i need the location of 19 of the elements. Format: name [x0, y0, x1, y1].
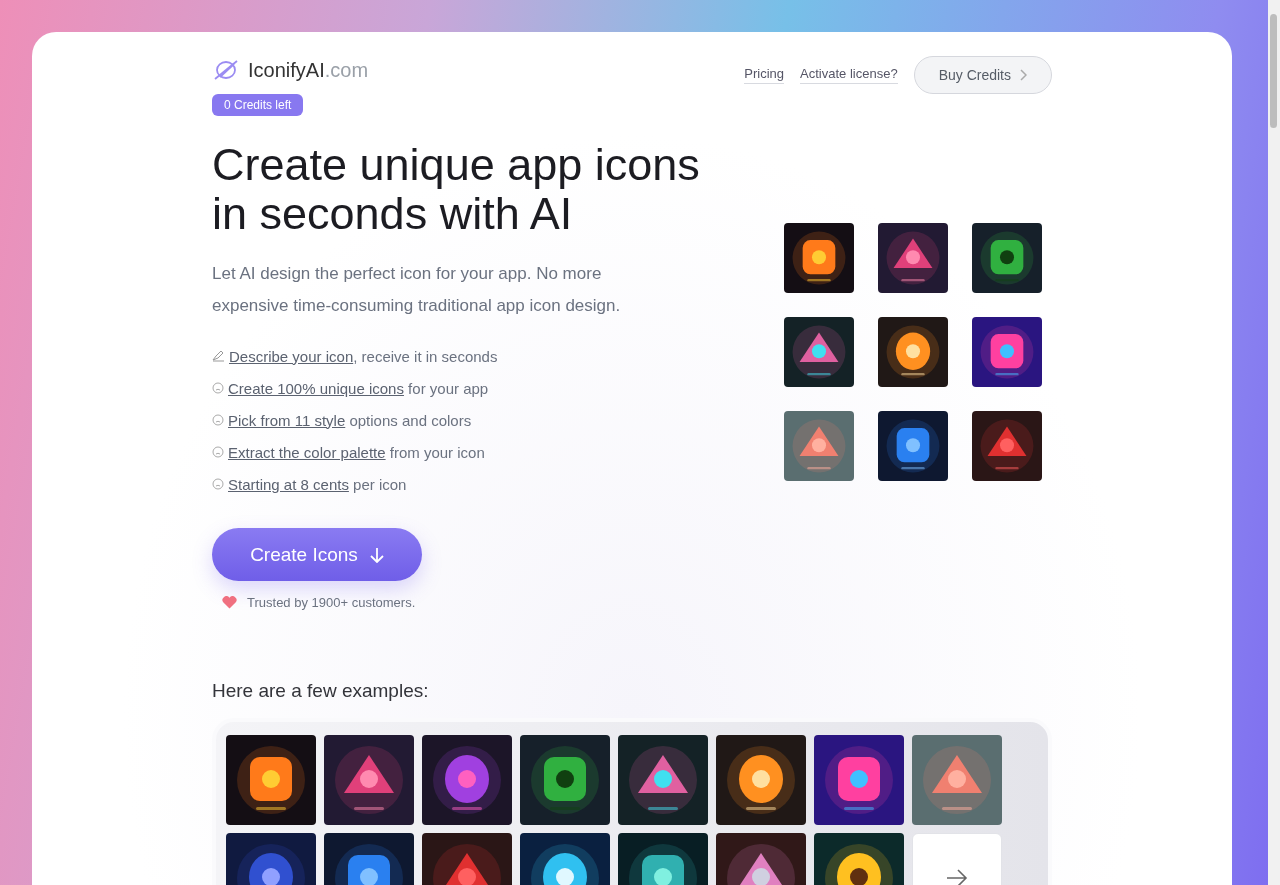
feature-text: Extract the color palette from your icon [228, 443, 485, 461]
nav-link[interactable]: Activate license? [800, 66, 898, 84]
hero-subtitle: Let AI design the perfect icon for your app. No more expensive time-consuming traditional app icon design. [212, 263, 622, 317]
hero-title: Create unique app icons in seconds with AI [212, 140, 701, 238]
feature-link[interactable]: Starting at 8 cents [228, 475, 349, 493]
credits-badge: 0 Credits left [212, 94, 304, 116]
buy-credits-button[interactable]: Buy Credits [913, 56, 1052, 94]
nav-link[interactable]: Pricing [744, 66, 785, 84]
logo-text[interactable]: IconifyAI.com [248, 58, 369, 82]
create-icons-button[interactable]: Create Icons [212, 528, 422, 581]
feature-text: Starting at 8 cents per icon [228, 475, 407, 493]
feature-link[interactable]: Create 100% unique icons [228, 379, 404, 397]
feature-link[interactable]: Extract the color palette [228, 443, 386, 461]
examples-heading: Here are a few examples: [212, 680, 430, 702]
feature-text: Describe your icon, receive it in seconds [229, 347, 498, 365]
feature-link[interactable]: Pick from 11 style [228, 411, 346, 429]
trust-text: Trusted by 1900+ customers. [247, 595, 416, 610]
feature-text: Pick from 11 style options and colors [228, 411, 472, 429]
feature-text: Create 100% unique icons for your app [228, 379, 489, 397]
